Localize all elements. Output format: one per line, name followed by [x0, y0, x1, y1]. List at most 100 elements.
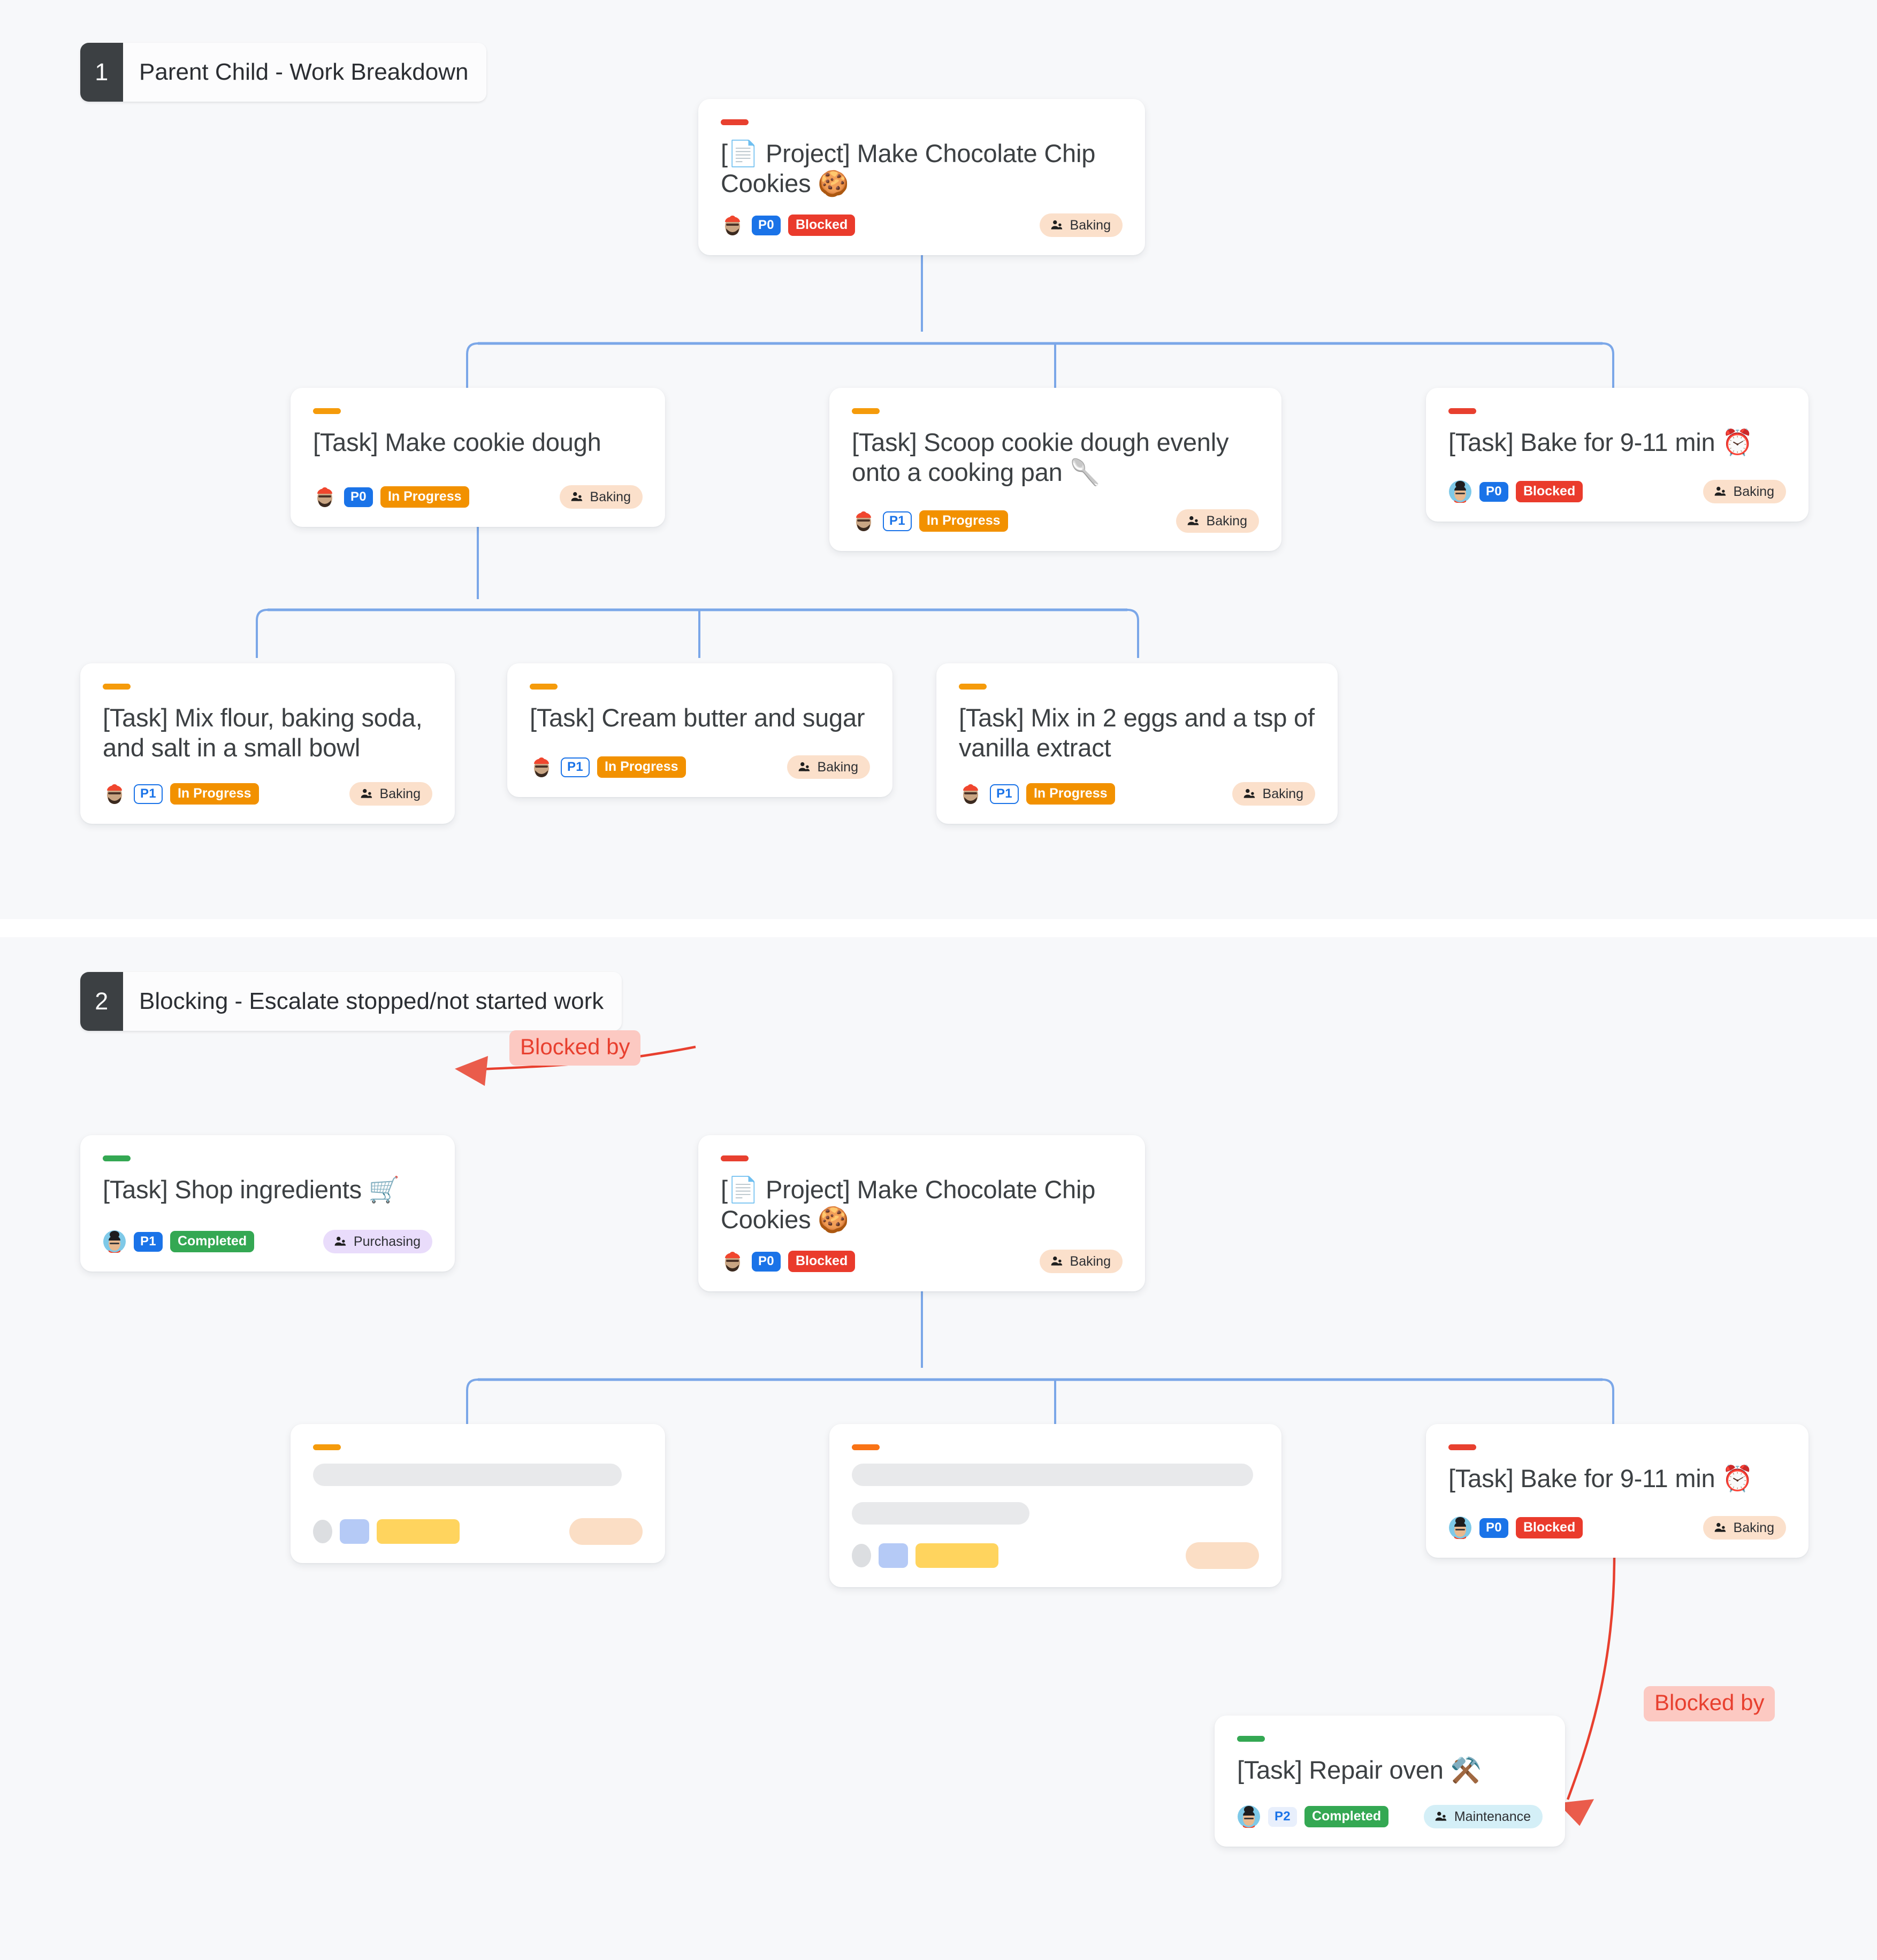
status-badge: Completed: [1304, 1806, 1389, 1827]
skeleton-avatar: [852, 1544, 871, 1567]
team-label: Baking: [1206, 513, 1247, 529]
avatar: [103, 1230, 126, 1253]
avatar: [1238, 1805, 1260, 1828]
card-title: [Task] Bake for 9-11 min ⏰: [1448, 1464, 1753, 1492]
team-badge: Purchasing: [323, 1230, 432, 1253]
loading-card-center: [829, 1424, 1281, 1587]
team-label: Baking: [817, 759, 858, 775]
card-project-root[interactable]: [📄 Project] Make Chocolate Chip Cookies …: [698, 99, 1145, 255]
priority-badge: P1: [990, 784, 1019, 804]
card-meta: [313, 1518, 643, 1545]
priority-badge: P1: [134, 784, 163, 804]
priority-badge: P2: [1268, 1806, 1297, 1827]
section-1-number: 1: [80, 43, 123, 102]
card-meta: P1 In Progress Baking: [959, 782, 1315, 806]
card-meta: P1 Completed Purchasing: [103, 1230, 432, 1253]
card-accent-bar: [1237, 1736, 1265, 1742]
section-2-number: 2: [80, 972, 123, 1031]
people-icon: [1187, 516, 1199, 525]
team-label: Baking: [1733, 1520, 1774, 1535]
card-meta: P2 Completed Maintenance: [1237, 1805, 1543, 1828]
priority-badge: P1: [883, 511, 912, 531]
card-project-root-2[interactable]: [📄 Project] Make Chocolate Chip Cookies …: [698, 1135, 1145, 1291]
skeleton-team: [1186, 1542, 1259, 1569]
card-shop-ingredients[interactable]: [Task] Shop ingredients 🛒 P1 Completed P…: [80, 1135, 455, 1272]
avatar: [725, 216, 740, 235]
team-label: Baking: [1262, 786, 1303, 801]
card-make-cookie-dough[interactable]: [Task] Make cookie dough P0 In Progress …: [291, 388, 665, 527]
card-meta: P0 Blocked Baking: [721, 1250, 1123, 1273]
team-badge: Baking: [1176, 509, 1259, 533]
diagram-canvas: 1 Parent Child - Work Breakdown [📄 Proje…: [0, 0, 1877, 1960]
card-title: [Task] Shop ingredients 🛒: [103, 1175, 400, 1204]
skeleton-priority: [879, 1543, 908, 1568]
people-icon: [1051, 1256, 1062, 1266]
card-accent-bar: [313, 1444, 341, 1450]
blocked-by-label-2: Blocked by: [1644, 1686, 1775, 1721]
skeleton-priority: [340, 1519, 369, 1544]
team-label: Maintenance: [1454, 1809, 1531, 1824]
card-accent-bar: [1448, 1444, 1476, 1450]
card-scoop-cookie-dough[interactable]: [Task] Scoop cookie dough evenly onto a …: [829, 388, 1281, 551]
card-accent-bar: [852, 408, 880, 414]
avatar: [107, 784, 122, 804]
avatar: [963, 784, 978, 804]
card-meta: [852, 1542, 1259, 1569]
priority-badge: P1: [561, 757, 590, 777]
team-label: Baking: [1070, 217, 1111, 233]
avatar: [725, 1252, 740, 1272]
avatar: [1449, 1517, 1471, 1539]
card-meta: P1 In Progress Baking: [852, 509, 1259, 533]
card-title: [Task] Make cookie dough: [313, 428, 601, 456]
card-meta: P0 Blocked Baking: [1448, 480, 1786, 503]
status-badge: Blocked: [788, 215, 856, 236]
team-badge: Baking: [787, 755, 870, 779]
card-title: [Task] Mix in 2 eggs and a tsp of vanill…: [959, 703, 1315, 762]
card-title: [📄 Project] Make Chocolate Chip Cookies …: [721, 139, 1096, 198]
status-badge: Completed: [170, 1231, 255, 1252]
card-meta: P0 In Progress Baking: [313, 485, 643, 509]
status-badge: In Progress: [919, 510, 1008, 532]
card-mix-eggs[interactable]: [Task] Mix in 2 eggs and a tsp of vanill…: [936, 663, 1338, 824]
skeleton-title-line: [313, 1464, 622, 1486]
skeleton-team: [569, 1518, 643, 1545]
card-accent-bar: [852, 1444, 880, 1450]
card-meta: P1 In Progress Baking: [530, 755, 870, 779]
card-title: [Task] Repair oven ⚒️: [1237, 1756, 1482, 1784]
people-icon: [334, 1236, 346, 1246]
status-badge: Blocked: [788, 1251, 856, 1272]
card-cream-butter[interactable]: [Task] Cream butter and sugar P1 In Prog…: [507, 663, 892, 797]
priority-badge: P0: [752, 215, 781, 235]
team-label: Baking: [379, 786, 421, 801]
priority-badge: P0: [344, 487, 373, 507]
skeleton-avatar: [313, 1520, 332, 1543]
card-meta: P0 Blocked Baking: [1448, 1516, 1786, 1540]
people-icon: [361, 788, 372, 798]
card-accent-bar: [959, 684, 987, 690]
people-icon: [1714, 1522, 1726, 1532]
priority-badge: P0: [1479, 481, 1508, 502]
people-icon: [571, 492, 582, 501]
card-bake[interactable]: [Task] Bake for 9-11 min ⏰ P0 Blocked Ba…: [1426, 388, 1809, 522]
card-bake-2[interactable]: [Task] Bake for 9-11 min ⏰ P0 Blocked Ba…: [1426, 1424, 1809, 1558]
card-repair-oven[interactable]: [Task] Repair oven ⚒️ P2 Completed Maint…: [1215, 1716, 1565, 1847]
section-2-title: Blocking - Escalate stopped/not started …: [123, 972, 622, 1031]
section-1-title: Parent Child - Work Breakdown: [123, 43, 487, 102]
status-badge: In Progress: [597, 756, 686, 778]
card-accent-bar: [313, 408, 341, 414]
people-icon: [1714, 486, 1726, 496]
card-accent-bar: [721, 119, 749, 125]
status-badge: Blocked: [1515, 481, 1583, 502]
blocked-by-label-1: Blocked by: [509, 1030, 641, 1066]
card-title: [Task] Bake for 9-11 min ⏰: [1448, 428, 1753, 456]
card-title: [📄 Project] Make Chocolate Chip Cookies …: [721, 1175, 1096, 1234]
team-badge: Baking: [1703, 1516, 1786, 1540]
team-label: Baking: [590, 489, 631, 504]
priority-badge: P1: [134, 1231, 163, 1252]
card-title: [Task] Mix flour, baking soda, and salt …: [103, 703, 423, 762]
team-badge: Baking: [349, 782, 432, 806]
card-mix-flour[interactable]: [Task] Mix flour, baking soda, and salt …: [80, 663, 455, 824]
avatar: [317, 487, 332, 507]
status-badge: In Progress: [1026, 783, 1115, 805]
skeleton-title-line: [852, 1464, 1253, 1486]
